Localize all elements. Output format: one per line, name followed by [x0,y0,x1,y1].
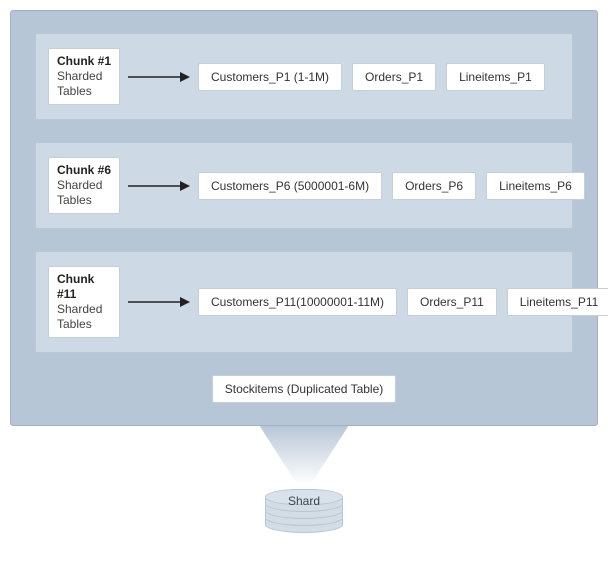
table-lineitems-p11: Lineitems_P11 [507,288,608,316]
chunk-1: Chunk #1 ShardedTables Customers_P1 (1-1… [35,33,573,120]
table-orders-p6: Orders_P6 [392,172,476,200]
chunk-1-subtitle: ShardedTables [57,69,111,99]
table-lineitems-p6: Lineitems_P6 [486,172,585,200]
chunk-6-tables: Customers_P6 (5000001-6M) Orders_P6 Line… [198,172,585,200]
pointer-triangle-icon [259,425,349,495]
table-customers-p1: Customers_P1 (1-1M) [198,63,342,91]
chunk-6-label: Chunk #6 ShardedTables [48,157,120,214]
duplicated-table-row: Stockitems (Duplicated Table) [35,375,573,403]
chunk-11-title: Chunk #11 [57,272,111,302]
arrow-icon [128,179,190,193]
chunk-6-subtitle: ShardedTables [57,178,111,208]
shard-label: Shard [265,494,343,508]
chunk-6-title: Chunk #6 [57,163,111,178]
chunk-6: Chunk #6 ShardedTables Customers_P6 (500… [35,142,573,229]
table-orders-p1: Orders_P1 [352,63,436,91]
chunk-11-label: Chunk #11 ShardedTables [48,266,120,338]
pointer-wrap [10,425,598,495]
table-lineitems-p1: Lineitems_P1 [446,63,545,91]
chunk-11-subtitle: ShardedTables [57,302,111,332]
chunk-1-tables: Customers_P1 (1-1M) Orders_P1 Lineitems_… [198,63,558,91]
chunk-11: Chunk #11 ShardedTables Customers_P11(10… [35,251,573,353]
chunk-1-label: Chunk #1 ShardedTables [48,48,120,105]
chunk-1-title: Chunk #1 [57,54,111,69]
table-orders-p11: Orders_P11 [407,288,497,316]
shard-container: Chunk #1 ShardedTables Customers_P1 (1-1… [10,10,598,426]
duplicated-table: Stockitems (Duplicated Table) [212,375,397,403]
table-customers-p11: Customers_P11(10000001-11M) [198,288,397,316]
arrow-icon [128,70,190,84]
chunk-11-tables: Customers_P11(10000001-11M) Orders_P11 L… [198,288,608,316]
shard-cylinder: Shard [10,489,598,533]
table-customers-p6: Customers_P6 (5000001-6M) [198,172,382,200]
arrow-icon [128,295,190,309]
